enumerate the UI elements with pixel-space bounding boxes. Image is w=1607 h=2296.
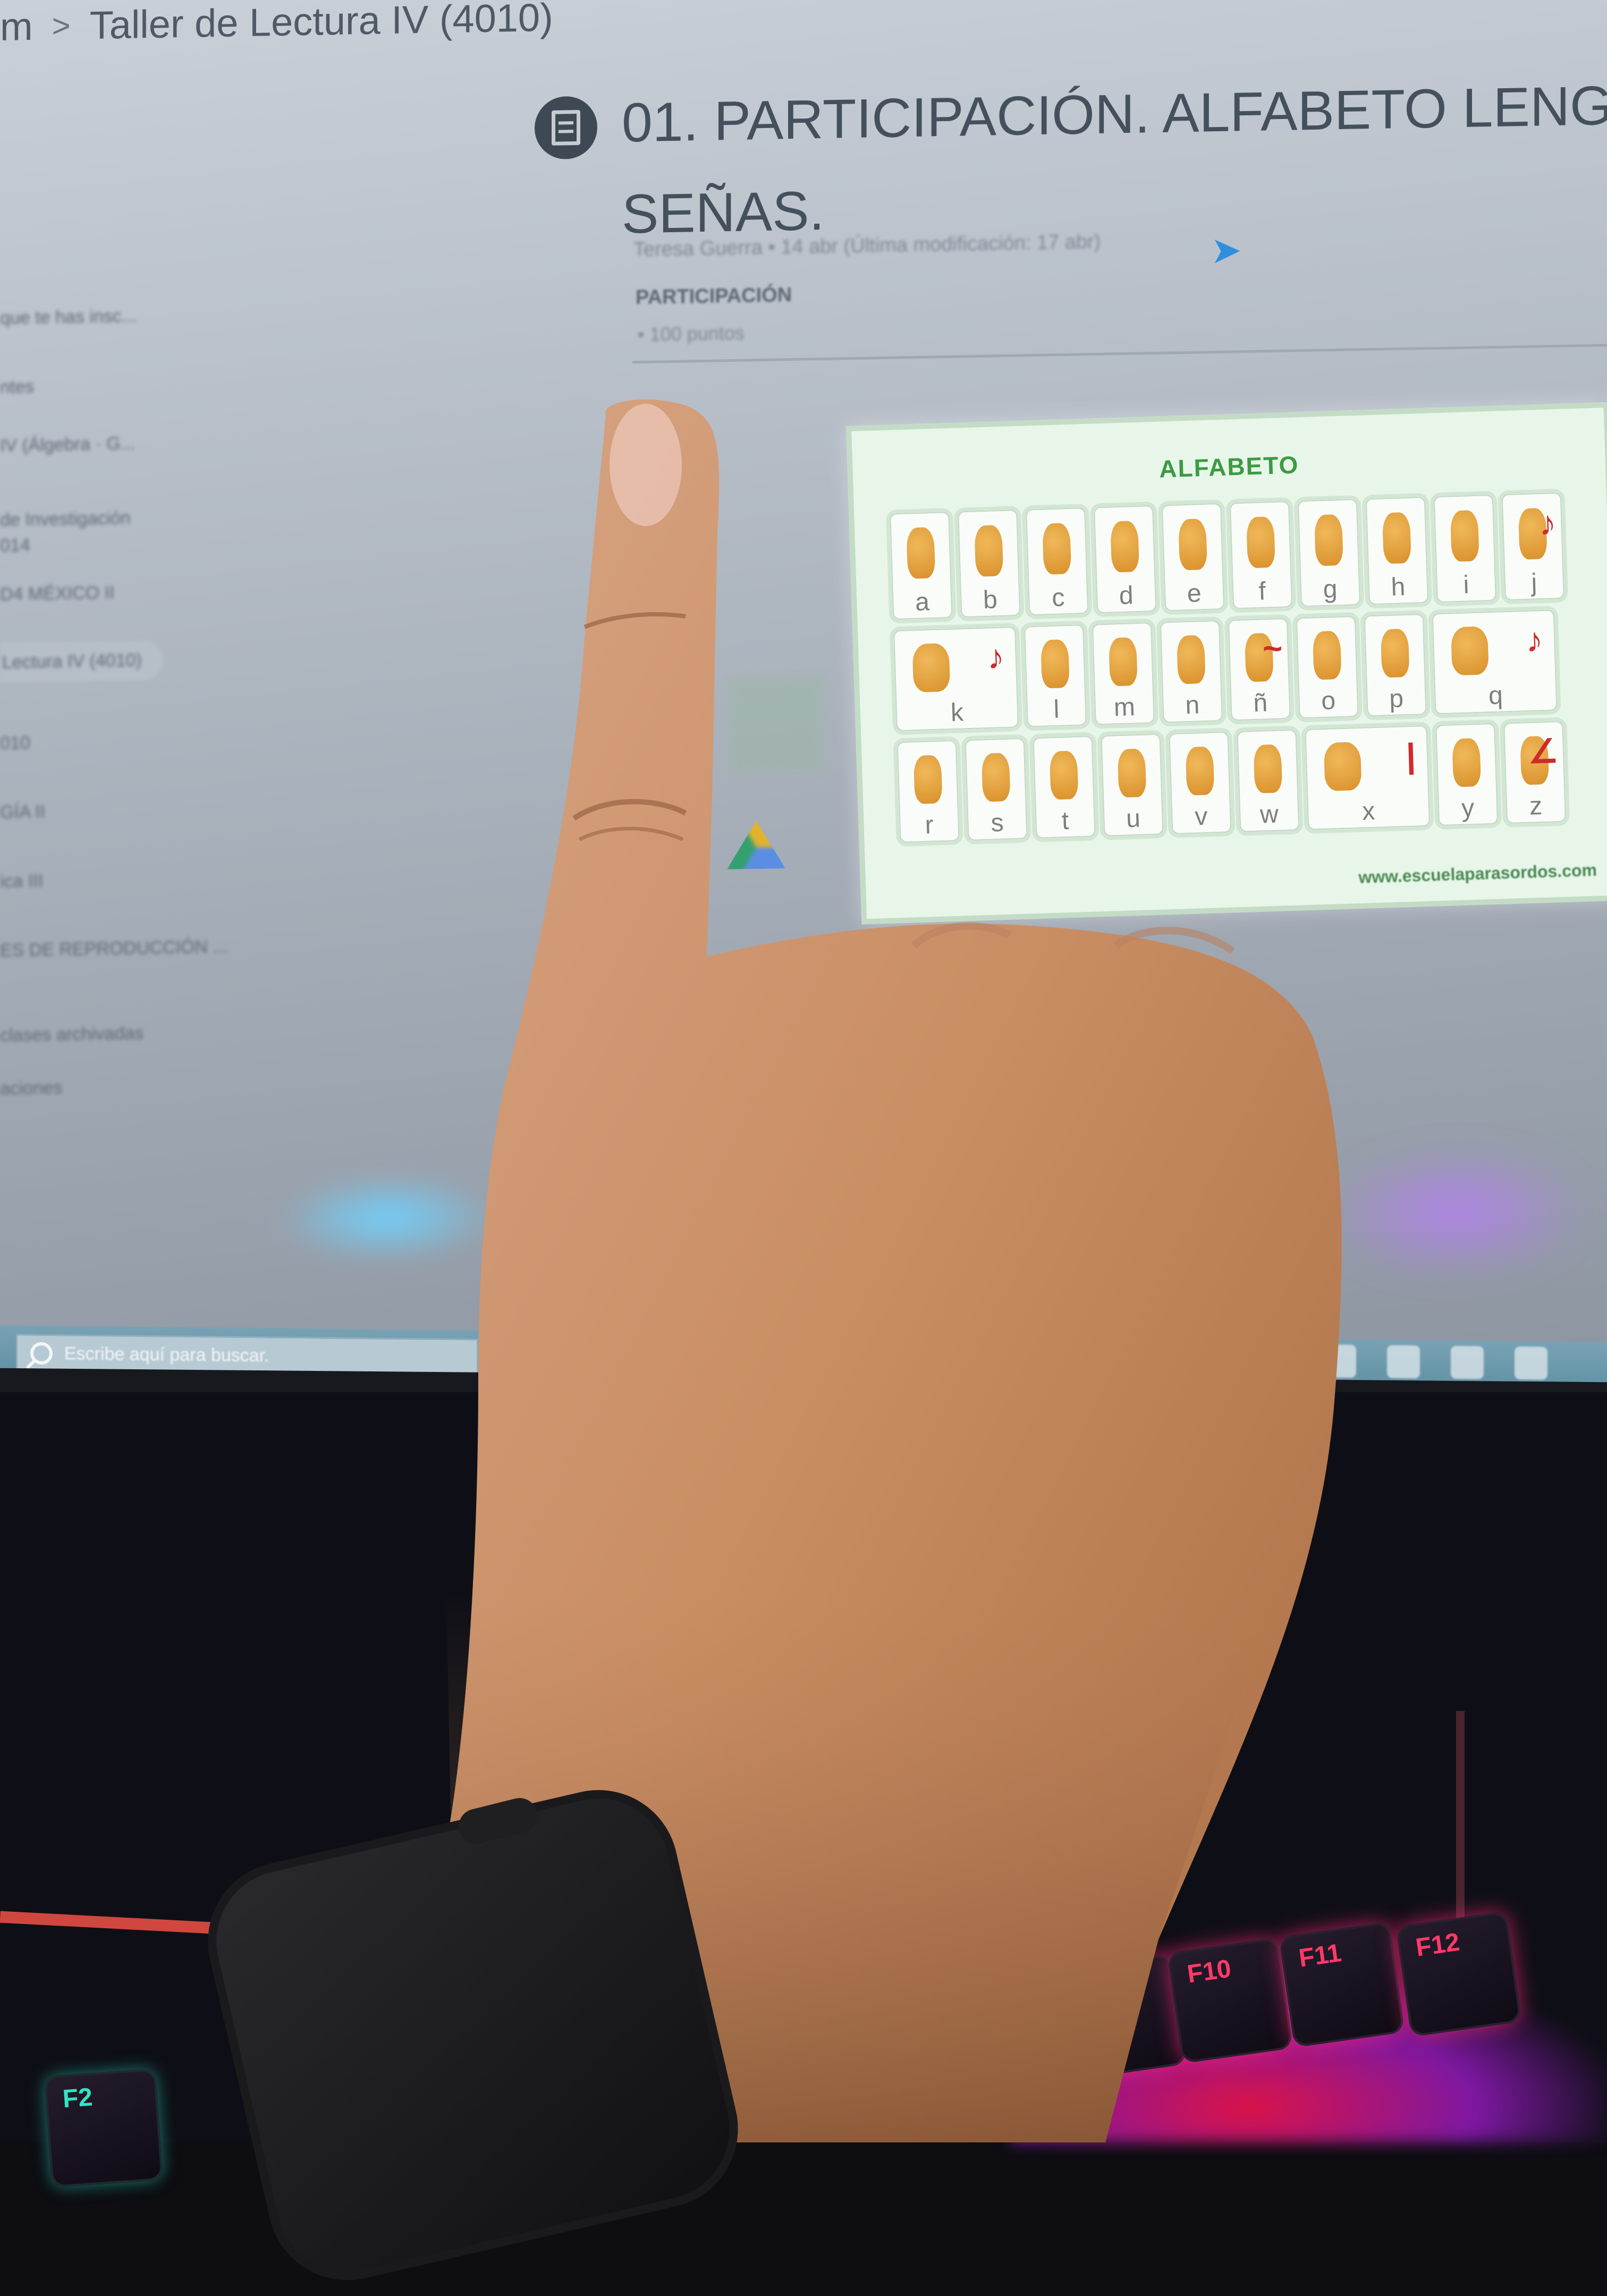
hand-index-finger (446, 399, 1342, 2142)
